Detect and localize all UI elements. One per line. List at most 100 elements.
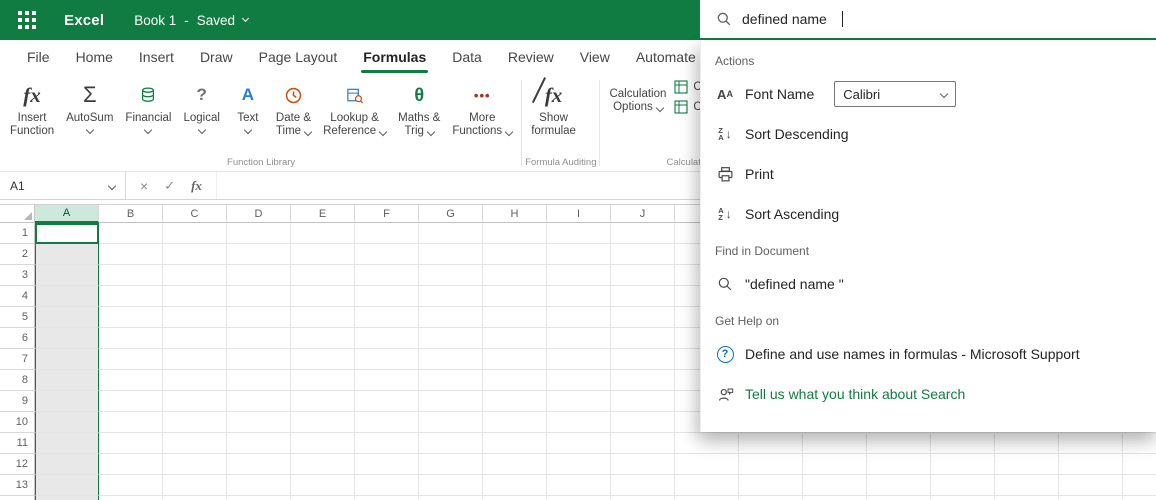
cell-J4[interactable] — [611, 286, 675, 307]
cell-L14[interactable] — [739, 496, 803, 500]
cell-C8[interactable] — [163, 370, 227, 391]
cell-B8[interactable] — [99, 370, 163, 391]
tab-view[interactable]: View — [567, 40, 623, 74]
cell-P14[interactable] — [995, 496, 1059, 500]
cell-J3[interactable] — [611, 265, 675, 286]
cell-D14[interactable] — [227, 496, 291, 500]
cell-C11[interactable] — [163, 433, 227, 454]
cell-H10[interactable] — [483, 412, 547, 433]
more-functions-button[interactable]: ••• More Functions — [446, 74, 518, 139]
cell-C7[interactable] — [163, 349, 227, 370]
cell-N11[interactable] — [867, 433, 931, 454]
cell-G3[interactable] — [419, 265, 483, 286]
cell-C2[interactable] — [163, 244, 227, 265]
cell-J8[interactable] — [611, 370, 675, 391]
cell-H11[interactable] — [483, 433, 547, 454]
cell-A3[interactable] — [35, 265, 99, 286]
cell-A1[interactable] — [35, 223, 99, 244]
cell-C12[interactable] — [163, 454, 227, 475]
calculation-options-button[interactable]: Calculation Options — [603, 74, 672, 115]
cell-F1[interactable] — [355, 223, 419, 244]
cell-A2[interactable] — [35, 244, 99, 265]
cell-C1[interactable] — [163, 223, 227, 244]
cell-J10[interactable] — [611, 412, 675, 433]
select-all-button[interactable] — [0, 205, 35, 223]
cell-B1[interactable] — [99, 223, 163, 244]
tab-insert[interactable]: Insert — [126, 40, 187, 74]
row-header-12[interactable]: 12 — [0, 454, 35, 475]
column-header-F[interactable]: F — [355, 205, 419, 223]
tab-file[interactable]: File — [14, 40, 63, 74]
cell-J6[interactable] — [611, 328, 675, 349]
cell-G6[interactable] — [419, 328, 483, 349]
cell-H6[interactable] — [483, 328, 547, 349]
column-header-C[interactable]: C — [163, 205, 227, 223]
cell-P11[interactable] — [995, 433, 1059, 454]
cell-I13[interactable] — [547, 475, 611, 496]
cell-H7[interactable] — [483, 349, 547, 370]
cell-N13[interactable] — [867, 475, 931, 496]
cell-J12[interactable] — [611, 454, 675, 475]
cell-J5[interactable] — [611, 307, 675, 328]
cell-D2[interactable] — [227, 244, 291, 265]
cell-O11[interactable] — [931, 433, 995, 454]
cell-E8[interactable] — [291, 370, 355, 391]
row-header-7[interactable]: 7 — [0, 349, 35, 370]
cell-L13[interactable] — [739, 475, 803, 496]
search-input[interactable]: defined name — [700, 0, 1156, 40]
cell-D12[interactable] — [227, 454, 291, 475]
app-title[interactable]: Excel — [64, 12, 104, 29]
tab-automate[interactable]: Automate — [623, 40, 709, 74]
cell-I4[interactable] — [547, 286, 611, 307]
cell-H3[interactable] — [483, 265, 547, 286]
row-header-14[interactable]: 14 — [0, 496, 35, 500]
cell-A6[interactable] — [35, 328, 99, 349]
cell-Q12[interactable] — [1059, 454, 1123, 475]
cell-C6[interactable] — [163, 328, 227, 349]
cell-I11[interactable] — [547, 433, 611, 454]
cell-F11[interactable] — [355, 433, 419, 454]
cell-P12[interactable] — [995, 454, 1059, 475]
tab-draw[interactable]: Draw — [187, 40, 246, 74]
cell-E13[interactable] — [291, 475, 355, 496]
cell-B14[interactable] — [99, 496, 163, 500]
action-font-name[interactable]: AA Font Name Calibri — [701, 74, 1156, 114]
cell-A8[interactable] — [35, 370, 99, 391]
cell-I3[interactable] — [547, 265, 611, 286]
cell-D13[interactable] — [227, 475, 291, 496]
cell-I2[interactable] — [547, 244, 611, 265]
tab-home[interactable]: Home — [63, 40, 126, 74]
cell-H4[interactable] — [483, 286, 547, 307]
cell-F6[interactable] — [355, 328, 419, 349]
document-title[interactable]: Book 1 - Saved — [134, 13, 250, 28]
cell-K11[interactable] — [675, 433, 739, 454]
cell-F12[interactable] — [355, 454, 419, 475]
cell-Q13[interactable] — [1059, 475, 1123, 496]
cell-O14[interactable] — [931, 496, 995, 500]
cell-H14[interactable] — [483, 496, 547, 500]
cell-F14[interactable] — [355, 496, 419, 500]
cell-H1[interactable] — [483, 223, 547, 244]
cell-K13[interactable] — [675, 475, 739, 496]
cell-D11[interactable] — [227, 433, 291, 454]
column-header-B[interactable]: B — [99, 205, 163, 223]
cell-E4[interactable] — [291, 286, 355, 307]
tab-review[interactable]: Review — [495, 40, 567, 74]
cell-D8[interactable] — [227, 370, 291, 391]
cell-J7[interactable] — [611, 349, 675, 370]
feedback-link-item[interactable]: Tell us what you think about Search — [701, 374, 1156, 414]
cell-F5[interactable] — [355, 307, 419, 328]
autosum-button[interactable]: Σ AutoSum — [60, 74, 119, 135]
cell-R11[interactable] — [1123, 433, 1156, 454]
font-name-select[interactable]: Calibri — [834, 81, 957, 107]
cell-R12[interactable] — [1123, 454, 1156, 475]
cell-G1[interactable] — [419, 223, 483, 244]
cell-A4[interactable] — [35, 286, 99, 307]
cell-C10[interactable] — [163, 412, 227, 433]
cell-N12[interactable] — [867, 454, 931, 475]
cell-E14[interactable] — [291, 496, 355, 500]
column-header-D[interactable]: D — [227, 205, 291, 223]
action-sort-descending[interactable]: ZA ↓ Sort Descending — [701, 114, 1156, 154]
column-header-E[interactable]: E — [291, 205, 355, 223]
cell-E5[interactable] — [291, 307, 355, 328]
